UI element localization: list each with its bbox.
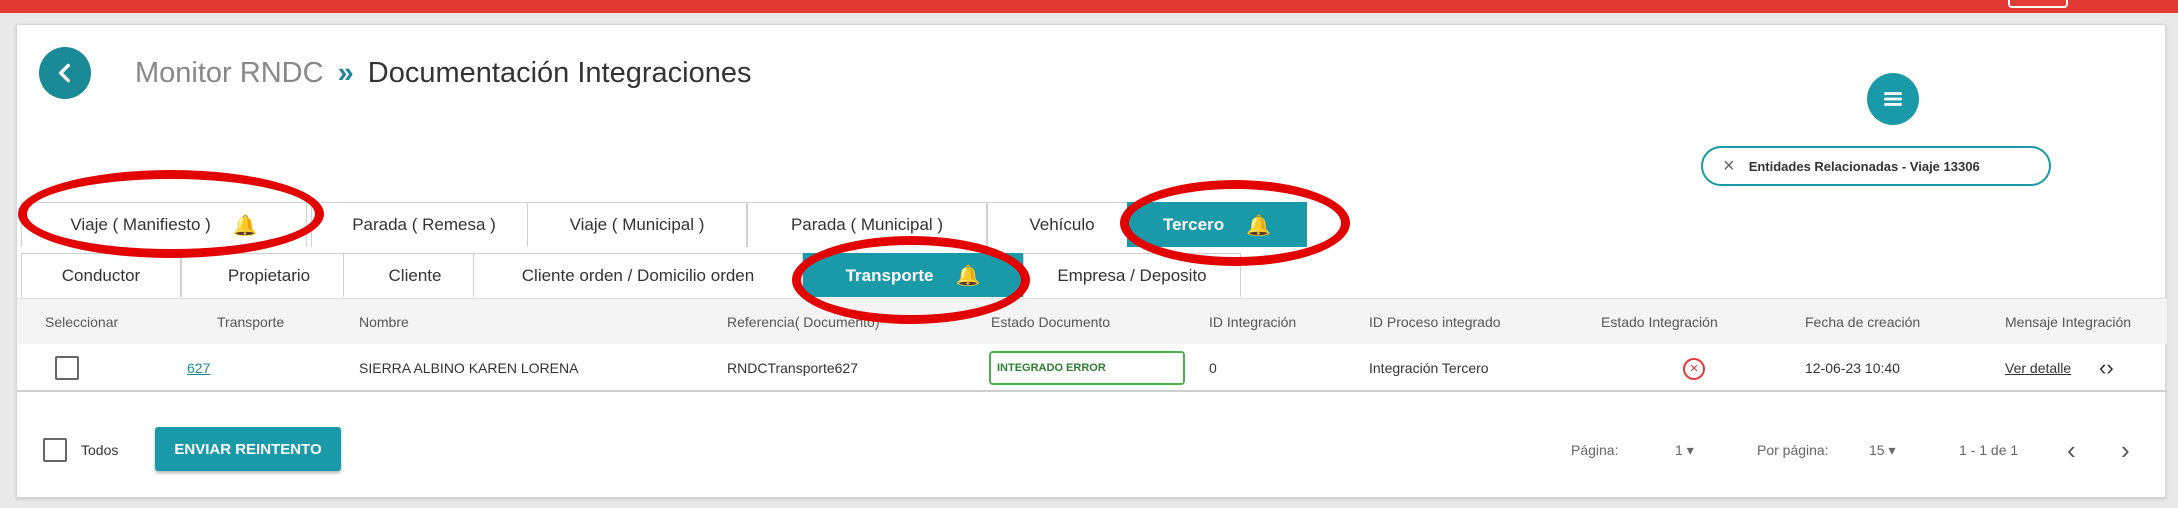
page-select[interactable]: 1 ▾ <box>1675 425 1694 475</box>
breadcrumb-separator: » <box>337 57 354 89</box>
tab-label: Viaje ( Manifiesto ) <box>70 215 211 234</box>
prev-page-icon[interactable]: ‹ <box>2067 425 2076 475</box>
tab-transporte[interactable]: Transporte 🔔 <box>803 253 1023 297</box>
table-header: Seleccionar Transporte Nombre Referencia… <box>17 298 2167 344</box>
header-nombre: Nombre <box>359 314 409 330</box>
tab-label: Transporte <box>845 265 934 285</box>
error-icon: × <box>1683 358 1705 380</box>
header-mensaje: Mensaje Integración <box>2005 314 2132 330</box>
window-button[interactable] <box>2008 0 2068 8</box>
header-fecha: Fecha de creación <box>1805 314 1921 330</box>
tab-label: Tercero <box>1162 215 1225 234</box>
tab-label: Parada ( Municipal ) <box>790 215 944 234</box>
tab-vehiculo[interactable]: Vehículo <box>987 202 1137 247</box>
per-page-select[interactable]: 15 ▾ <box>1869 425 1896 475</box>
tab-conductor[interactable]: Conductor <box>21 253 181 297</box>
chevron-left-icon <box>58 63 70 83</box>
menu-button[interactable] <box>1867 73 1919 125</box>
page-label: Página: <box>1571 442 1619 458</box>
tab-label: Cliente <box>388 265 442 285</box>
tab-label: Propietario <box>227 265 311 285</box>
caret-down-icon: ▾ <box>1686 442 1694 458</box>
breadcrumb: Monitor RNDC » Documentación Integracion… <box>135 57 751 90</box>
table-row: 627 SIERRA ALBINO KAREN LORENA RNDCTrans… <box>17 344 2167 392</box>
tab-label: Conductor <box>61 265 141 285</box>
footer: Todos ENVIAR REINTENTO Página: 1 ▾ Por p… <box>17 425 2167 475</box>
status-badge-label: INTEGRADO ERROR <box>997 362 1106 374</box>
caret-down-icon: ▾ <box>1888 442 1896 458</box>
header-estado-integracion: Estado Integración <box>1601 314 1718 330</box>
page-value: 1 <box>1675 442 1683 458</box>
bell-icon: 🔔 <box>955 265 981 287</box>
page-range: 1 - 1 de 1 <box>1959 442 2019 458</box>
code-icon[interactable]: ‹› <box>2099 344 2114 392</box>
per-page-value: 15 <box>1869 442 1885 458</box>
row-checkbox[interactable] <box>55 356 79 380</box>
hamburger-icon <box>1884 92 1902 106</box>
cell-id-integracion: 0 <box>1209 360 1217 376</box>
tab-viaje-manifiesto[interactable]: Viaje ( Manifiesto ) 🔔 <box>21 202 307 247</box>
status-badge: INTEGRADO ERROR <box>989 351 1185 385</box>
cell-id-proceso: Integración Tercero <box>1369 360 1489 376</box>
tab-empresa-deposito[interactable]: Empresa / Deposito <box>1023 253 1241 297</box>
header-seleccionar: Seleccionar <box>45 314 119 330</box>
close-icon[interactable]: × <box>1723 155 1735 178</box>
bell-icon: 🔔 <box>1246 214 1271 237</box>
chip-label: Entidades Relacionadas - Viaje 13306 <box>1748 158 1980 174</box>
ver-detalle-link[interactable]: Ver detalle <box>2005 344 2071 392</box>
select-all-checkbox[interactable] <box>43 438 67 462</box>
bell-icon: 🔔 <box>232 214 258 237</box>
cell-nombre: SIERRA ALBINO KAREN LORENA <box>359 360 579 376</box>
cell-fecha: 12-06-23 10:40 <box>1805 360 1900 376</box>
related-entities-chip[interactable]: × Entidades Relacionadas - Viaje 13306 <box>1701 146 2051 186</box>
next-page-icon[interactable]: › <box>2121 425 2130 475</box>
breadcrumb-parent[interactable]: Monitor RNDC <box>135 57 324 89</box>
tab-parada-municipal[interactable]: Parada ( Municipal ) <box>747 202 987 247</box>
send-retry-button[interactable]: ENVIAR REINTENTO <box>155 427 341 471</box>
header-referencia: Referencia( Documento) <box>727 314 880 330</box>
top-bar <box>0 0 2178 13</box>
header-id-proceso: ID Proceso integrado <box>1369 314 1501 330</box>
per-page-label: Por página: <box>1757 442 1829 458</box>
tab-propietario[interactable]: Propietario <box>181 253 357 297</box>
tab-label: Empresa / Deposito <box>1057 265 1207 285</box>
transporte-link[interactable]: 627 <box>187 344 210 392</box>
main-card: Monitor RNDC » Documentación Integracion… <box>16 24 2167 498</box>
tab-parada-remesa[interactable]: Parada ( Remesa ) <box>311 202 537 247</box>
tab-label: Parada ( Remesa ) <box>352 215 496 234</box>
page-title: Documentación Integraciones <box>367 57 752 89</box>
tab-cliente-orden[interactable]: Cliente orden / Domicilio orden <box>473 253 803 297</box>
todos-label: Todos <box>81 442 119 458</box>
tab-label: Vehículo <box>1029 215 1095 234</box>
tab-cliente[interactable]: Cliente <box>343 253 487 297</box>
header-transporte: Transporte <box>217 314 285 330</box>
tab-label: Cliente orden / Domicilio orden <box>521 265 755 285</box>
cell-referencia: RNDCTransporte627 <box>727 360 858 376</box>
tab-viaje-municipal[interactable]: Viaje ( Municipal ) <box>527 202 747 247</box>
header-id-integracion: ID Integración <box>1209 314 1297 330</box>
tab-label: Viaje ( Municipal ) <box>569 215 705 234</box>
tab-tercero[interactable]: Tercero 🔔 <box>1127 202 1307 247</box>
back-button[interactable] <box>39 47 91 99</box>
header-estado-documento: Estado Documento <box>991 314 1111 330</box>
